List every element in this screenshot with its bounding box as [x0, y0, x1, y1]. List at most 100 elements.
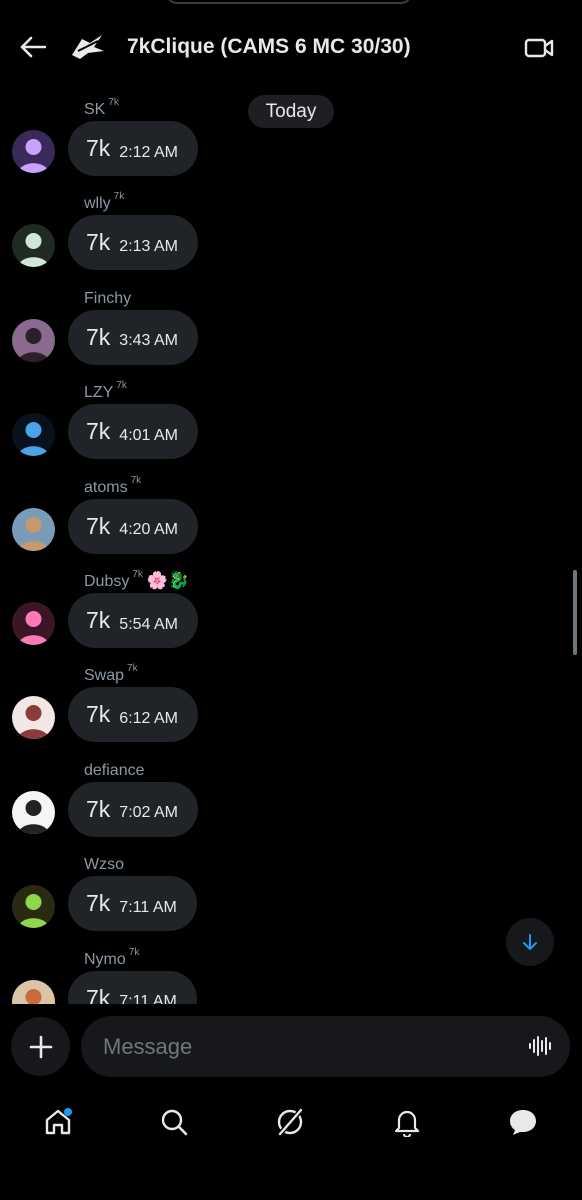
message-text: 7k — [86, 512, 111, 539]
message-row: Wzso 7k 7:11 AM — [0, 847, 582, 941]
message-row: Swap 7k 7k 6:12 AM — [0, 658, 582, 752]
sender-badge: 7k — [128, 946, 140, 958]
message-bubble[interactable]: 7k 7:02 AM — [68, 781, 198, 837]
message-bubble[interactable]: 7k 2:12 AM — [68, 121, 198, 176]
avatar[interactable] — [12, 318, 55, 362]
sender-name[interactable]: atoms 7k — [84, 474, 145, 497]
avatar-image — [12, 318, 55, 362]
tab-grok[interactable] — [270, 1102, 310, 1142]
message-time: 7:11 AM — [119, 898, 177, 916]
message-bubble[interactable]: 7k 3:43 AM — [68, 309, 198, 365]
message-bubble[interactable]: 7k 4:01 AM — [68, 404, 198, 460]
sender-badge: 7k — [130, 474, 142, 486]
avatar-image — [12, 224, 55, 268]
message-list[interactable]: Today SK 7k 7k 2:12 AM wlly 7k 7k 2:13 AM Finchy… — [0, 92, 582, 1004]
message-text: 7k — [86, 229, 111, 256]
message-bubble[interactable]: 7k 2:13 AM — [68, 215, 198, 271]
avatar[interactable] — [12, 602, 55, 645]
message-row: Finchy 7k 3:43 AM — [0, 281, 582, 375]
plus-icon — [29, 1035, 52, 1058]
voice-waveform-icon — [529, 1036, 551, 1056]
message-text: 7k — [86, 607, 111, 633]
sender-badge: 7k — [113, 191, 125, 203]
tab-notifications[interactable] — [387, 1102, 427, 1142]
message-text: 7k — [86, 418, 111, 445]
sender-label: Wzso — [84, 856, 124, 874]
chat-title[interactable]: 7kClique (CAMS 6 MC 30/30) — [127, 35, 411, 59]
search-icon — [161, 1109, 188, 1136]
sender-name[interactable]: Nymo 7k — [84, 946, 143, 969]
sender-name[interactable]: Wzso — [84, 854, 131, 874]
chat-header: 7kClique (CAMS 6 MC 30/30) — [0, 0, 582, 92]
message-bubble[interactable]: 7k 6:12 AM — [68, 687, 198, 743]
video-call-button[interactable] — [522, 34, 556, 62]
sender-name[interactable]: LZY 7k — [84, 380, 131, 402]
message-time: 2:12 AM — [119, 143, 178, 161]
message-time: 6:12 AM — [119, 709, 178, 727]
notification-dot — [64, 1108, 72, 1116]
avatar[interactable] — [12, 790, 55, 834]
sender-emoji: 🌸🐉 — [146, 571, 190, 590]
message-text: 7k — [86, 795, 111, 822]
avatar[interactable] — [12, 130, 55, 173]
avatar-image — [12, 413, 55, 457]
scrollbar-thumb[interactable] — [573, 570, 577, 655]
avatar-image — [12, 696, 55, 740]
message-bubble[interactable]: 7k 4:20 AM — [68, 498, 198, 554]
sender-badge: 7k — [127, 663, 138, 675]
tab-search[interactable] — [154, 1102, 194, 1142]
sender-label: atoms — [84, 478, 128, 496]
message-time: 4:01 AM — [119, 426, 178, 444]
arrow-left-icon — [20, 36, 46, 58]
group-logo-icon — [72, 35, 104, 59]
message-row: Dubsy 7k 🌸🐉 7k 5:54 AM — [0, 564, 582, 658]
video-camera-icon — [524, 38, 554, 58]
sender-label: Nymo — [84, 950, 126, 968]
bottom-tab-bar — [0, 1090, 582, 1154]
message-time: 4:20 AM — [119, 521, 178, 539]
grok-icon — [277, 1107, 304, 1137]
avatar[interactable] — [12, 979, 55, 1004]
message-time: 7:11 AM — [119, 993, 177, 1004]
message-text: 7k — [86, 890, 111, 917]
message-text: 7k — [86, 323, 111, 350]
sender-name[interactable]: SK 7k — [84, 97, 123, 119]
avatar[interactable] — [12, 885, 55, 929]
back-button[interactable] — [18, 32, 48, 62]
sender-label: defiance — [84, 761, 145, 779]
sender-name[interactable]: Swap 7k — [84, 663, 142, 685]
voice-message-button[interactable] — [527, 1032, 555, 1060]
message-bubble[interactable]: 7k 7:11 AM — [68, 970, 197, 1004]
tab-home[interactable] — [38, 1102, 78, 1142]
avatar-image — [12, 602, 55, 645]
sender-label: Finchy — [84, 289, 132, 307]
avatar[interactable] — [12, 507, 55, 551]
group-avatar[interactable] — [68, 29, 108, 65]
message-text: 7k — [86, 701, 111, 728]
avatar[interactable] — [12, 224, 55, 268]
sender-label: LZY — [84, 384, 114, 402]
tab-messages[interactable] — [503, 1102, 543, 1142]
sender-label: Swap — [84, 667, 125, 685]
avatar-image — [12, 130, 55, 173]
message-bubble[interactable]: 7k 5:54 AM — [68, 593, 198, 648]
message-input[interactable] — [81, 1016, 570, 1077]
message-time: 3:43 AM — [119, 332, 178, 350]
message-row: LZY 7k 7k 4:01 AM — [0, 375, 582, 469]
messages-icon — [510, 1110, 536, 1135]
message-bubble[interactable]: 7k 7:11 AM — [68, 876, 197, 932]
sender-name[interactable]: Finchy — [84, 288, 138, 308]
message-text: 7k — [86, 135, 111, 161]
sender-name[interactable]: wlly 7k — [84, 191, 128, 213]
sender-name[interactable]: defiance — [84, 760, 152, 780]
avatar-image — [12, 790, 55, 834]
avatar[interactable] — [12, 413, 55, 457]
sender-badge: 7k — [116, 380, 127, 392]
jump-to-latest-button[interactable] — [506, 918, 554, 966]
sender-name[interactable]: Dubsy 7k 🌸🐉 — [84, 569, 190, 591]
message-time: 2:13 AM — [119, 237, 178, 255]
attach-button[interactable] — [11, 1017, 70, 1076]
sender-badge: 7k — [108, 97, 119, 108]
avatar-image — [12, 507, 55, 551]
avatar[interactable] — [12, 696, 55, 740]
